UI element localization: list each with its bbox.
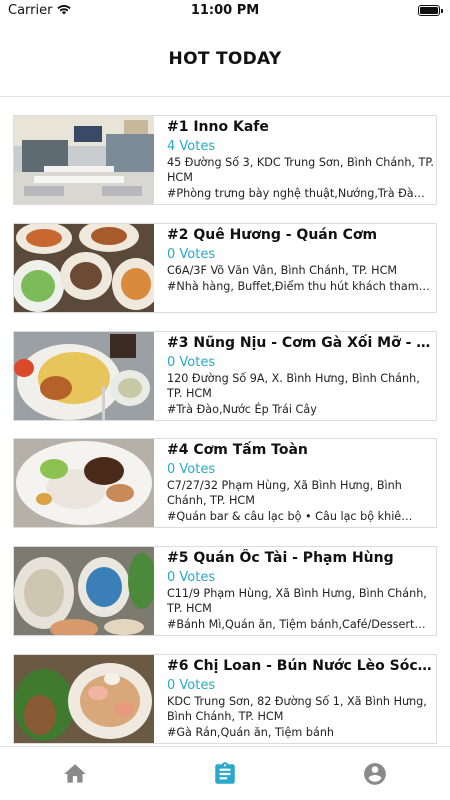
- restaurant-photo: [14, 439, 154, 527]
- restaurant-name: #6 Chị Loan - Bún Nước Lèo Sóc Tră…: [167, 658, 435, 674]
- vote-count: 0 Votes: [167, 570, 216, 585]
- page-title: HOT TODAY: [168, 49, 282, 69]
- restaurant-address: KDC Trung Sơn, 82 Đường Số 1, Xã Bình Hư…: [167, 695, 427, 723]
- restaurant-photo: [14, 224, 154, 312]
- restaurant-address: C11/9 Phạm Hùng, Xã Bình Hưng, Bình Chán…: [167, 587, 427, 615]
- battery-icon: [418, 5, 443, 16]
- tab-list[interactable]: [150, 747, 300, 800]
- restaurant-list[interactable]: #1 Inno Kafe 4 Votes 45 Đường Số 3, KDC …: [0, 98, 450, 746]
- nav-header: HOT TODAY: [0, 22, 450, 97]
- restaurant-photo: [14, 116, 154, 204]
- home-icon: [64, 764, 86, 783]
- clock: 11:00 PM: [190, 3, 260, 18]
- restaurant-tags: #Gà Rán,Quán ăn, Tiệm bánh: [167, 726, 335, 739]
- vote-count: 0 Votes: [167, 355, 216, 370]
- restaurant-address: C6A/3F Võ Văn Vân, Bình Chánh, TP. HCM: [167, 264, 398, 277]
- vote-count: 0 Votes: [167, 462, 216, 477]
- restaurant-card[interactable]: #1 Inno Kafe 4 Votes 45 Đường Số 3, KDC …: [13, 115, 437, 205]
- tab-profile[interactable]: [300, 747, 450, 800]
- restaurant-tags: #Nhà hàng, Buffet,Điểm thu hút khách tha…: [167, 280, 430, 293]
- restaurant-info: #3 Nũng Nịu - Cơm Gà Xối Mỡ - Đư… 0 Vote…: [167, 334, 435, 417]
- restaurant-name: #3 Nũng Nịu - Cơm Gà Xối Mỡ - Đư…: [167, 335, 435, 351]
- status-bar: Carrier 11:00 PM: [0, 0, 450, 22]
- restaurant-photo: [14, 332, 154, 420]
- vote-count: 0 Votes: [167, 247, 216, 262]
- clipboard-list-icon: [215, 762, 235, 784]
- restaurant-address: 45 Đường Số 3, KDC Trung Sơn, Bình Chánh…: [167, 156, 434, 184]
- restaurant-info: #5 Quán Ốc Tài - Phạm Hùng 0 Votes C11/9…: [167, 549, 435, 632]
- restaurant-name: #5 Quán Ốc Tài - Phạm Hùng: [167, 550, 394, 566]
- restaurant-tags: #Bánh Mì,Quán ăn, Tiệm bánh,Café/Dessert…: [167, 618, 426, 631]
- restaurant-card[interactable]: #6 Chị Loan - Bún Nước Lèo Sóc Tră… 0 Vo…: [13, 654, 437, 744]
- vote-count: 4 Votes: [167, 139, 216, 154]
- tab-bar: [0, 746, 450, 800]
- restaurant-photo: [14, 547, 154, 635]
- restaurant-photo: [14, 655, 154, 743]
- profile-icon: [364, 763, 386, 785]
- tab-home[interactable]: [0, 747, 150, 800]
- restaurant-info: #4 Cơm Tấm Toàn 0 Votes C7/27/32 Phạm Hù…: [167, 441, 435, 524]
- restaurant-card[interactable]: #5 Quán Ốc Tài - Phạm Hùng 0 Votes C11/9…: [13, 546, 437, 636]
- restaurant-card[interactable]: #4 Cơm Tấm Toàn 0 Votes C7/27/32 Phạm Hù…: [13, 438, 437, 528]
- restaurant-address: C7/27/32 Phạm Hùng, Xã Bình Hưng, Bình C…: [167, 479, 402, 507]
- restaurant-name: #1 Inno Kafe: [167, 119, 269, 135]
- restaurant-card[interactable]: #2 Quê Hương - Quán Cơm 0 Votes C6A/3F V…: [13, 223, 437, 313]
- restaurant-name: #2 Quê Hương - Quán Cơm: [167, 227, 378, 243]
- restaurant-tags: #Phòng trưng bày nghệ thuật,Nướng,Trà Đà…: [167, 187, 425, 200]
- restaurant-name: #4 Cơm Tấm Toàn: [167, 442, 308, 458]
- vote-count: 0 Votes: [167, 678, 216, 693]
- restaurant-card[interactable]: #3 Nũng Nịu - Cơm Gà Xối Mỡ - Đư… 0 Vote…: [13, 331, 437, 421]
- restaurant-tags: #Quán bar & câu lạc bộ • Câu lạc bộ khiê…: [167, 510, 413, 523]
- restaurant-address: 120 Đường Số 9A, X. Bình Hưng, Bình Chán…: [167, 372, 420, 400]
- restaurant-info: #2 Quê Hương - Quán Cơm 0 Votes C6A/3F V…: [167, 226, 435, 294]
- restaurant-info: #6 Chị Loan - Bún Nước Lèo Sóc Tră… 0 Vo…: [167, 657, 435, 740]
- restaurant-info: #1 Inno Kafe 4 Votes 45 Đường Số 3, KDC …: [167, 118, 435, 201]
- restaurant-tags: #Trà Đào,Nước Ép Trái Cây: [167, 403, 317, 416]
